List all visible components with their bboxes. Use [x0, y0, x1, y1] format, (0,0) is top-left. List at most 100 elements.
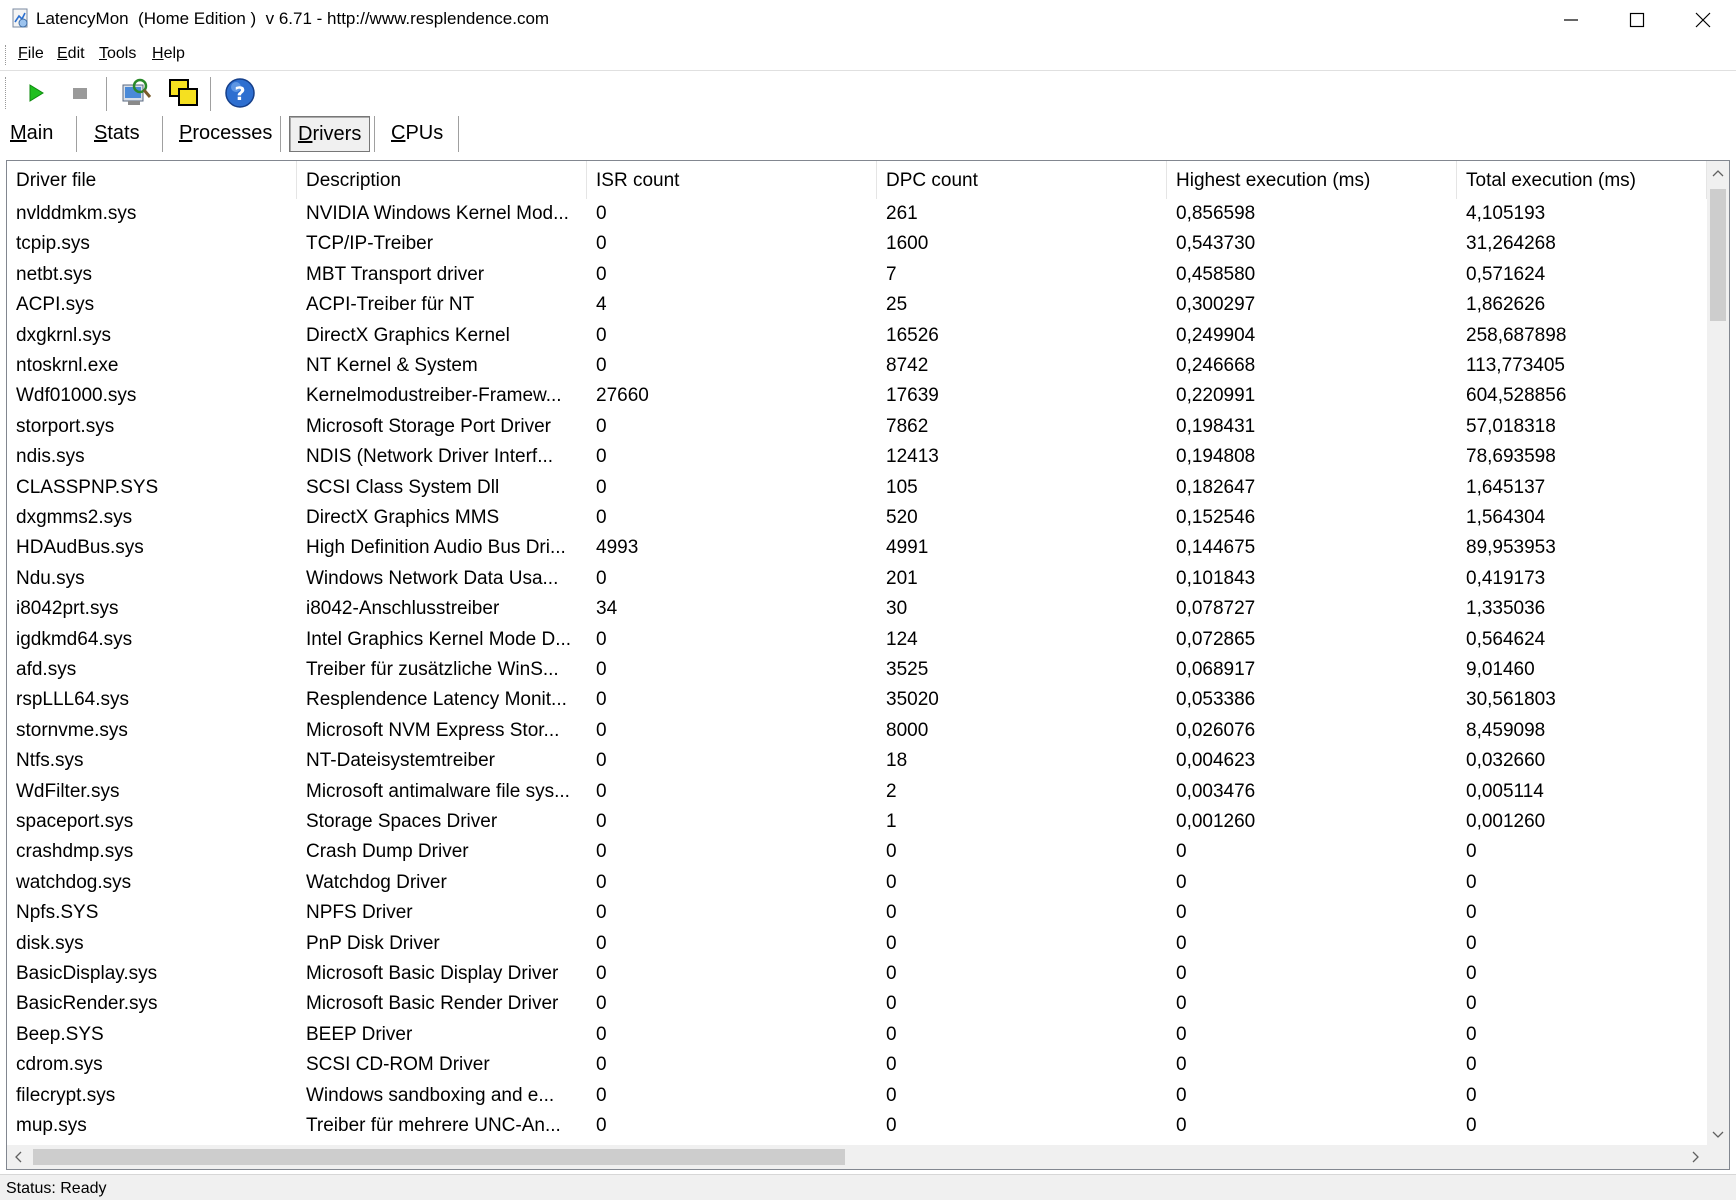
- cell-highest-execution: 0: [1176, 902, 1187, 924]
- tab-cpus[interactable]: CPUs: [383, 116, 451, 152]
- menu-tools[interactable]: Tools: [99, 45, 136, 63]
- vertical-scrollbar[interactable]: [1707, 161, 1729, 1147]
- table-row[interactable]: Npfs.SYS NPFS Driver 0 0 0 0: [7, 898, 1707, 928]
- minimize-button[interactable]: [1538, 0, 1604, 40]
- table-row[interactable]: WdFilter.sys Microsoft antimalware file s…: [7, 777, 1707, 807]
- cell-isr-count: 4993: [596, 537, 639, 559]
- cell-driver-file: HDAudBus.sys: [16, 537, 144, 559]
- cell-driver-file: Beep.SYS: [16, 1023, 104, 1045]
- cell-description: PnP Disk Driver: [306, 932, 440, 954]
- start-button[interactable]: [18, 75, 54, 111]
- cell-description: Intel Graphics Kernel Mode D...: [306, 628, 572, 650]
- table-row[interactable]: Ntfs.sys NT-Dateisystemtreiber 0 18 0,004623…: [7, 746, 1707, 776]
- table-row[interactable]: mup.sys Treiber für mehrere UNC-An... 0 0 0 0: [7, 1111, 1707, 1141]
- table-row[interactable]: rspLLL64.sys Resplendence Latency Monit..…: [7, 685, 1707, 715]
- table-row[interactable]: BasicRender.sys Microsoft Basic Render Dr…: [7, 989, 1707, 1019]
- table-row[interactable]: netbt.sys MBT Transport driver 0 7 0,458580 0…: [7, 260, 1707, 290]
- cell-highest-execution: 0: [1176, 963, 1187, 984]
- scroll-left-button[interactable]: [7, 1145, 29, 1169]
- drivers-list[interactable]: Driver file Description ISR count DPC co…: [6, 160, 1730, 1170]
- table-row[interactable]: ntoskrnl.exe NT Kernel & System 0 8742 0,246…: [7, 351, 1707, 381]
- cell-total-execution: 0,032660: [1466, 750, 1546, 772]
- tab-drivers[interactable]: Drivers: [289, 116, 371, 152]
- table-row[interactable]: Wdf01000.sys Kernelmodustreiber-Framew...…: [7, 381, 1707, 411]
- table-row[interactable]: watchdog.sys Watchdog Driver 0 0 0 0: [7, 868, 1707, 898]
- cell-total-execution: 0: [1466, 1115, 1477, 1136]
- menu-file[interactable]: File: [18, 45, 44, 63]
- chevron-up-icon: [1712, 170, 1724, 177]
- cell-driver-file: netbt.sys: [16, 263, 93, 285]
- table-row[interactable]: spaceport.sys Storage Spaces Driver 0 1 0,00…: [7, 807, 1707, 837]
- tab-stats[interactable]: Stats: [86, 116, 148, 152]
- scroll-right-button[interactable]: [1685, 1145, 1707, 1169]
- table-row[interactable]: storport.sys Microsoft Storage Port Drive…: [7, 412, 1707, 442]
- cell-highest-execution: 0,053386: [1176, 689, 1256, 711]
- vertical-scroll-thumb[interactable]: [1710, 189, 1726, 321]
- maximize-button[interactable]: [1604, 0, 1670, 40]
- cell-driver-file: CLASSPNP.SYS: [16, 476, 159, 498]
- column-header-dpc-count[interactable]: DPC count: [877, 161, 1167, 199]
- horizontal-scroll-thumb[interactable]: [33, 1149, 845, 1165]
- table-row[interactable]: nvlddmkm.sys NVIDIA Windows Kernel Mod...…: [7, 199, 1707, 229]
- table-row[interactable]: tcpip.sys TCP/IP-Treiber 0 1600 0,543730 31,2…: [7, 229, 1707, 259]
- table-row[interactable]: afd.sys Treiber für zusätzliche WinS... 0 3…: [7, 655, 1707, 685]
- cell-total-execution: 113,773405: [1466, 355, 1565, 376]
- system-info-button[interactable]: [118, 75, 154, 111]
- column-header-driver-file[interactable]: Driver file: [7, 161, 297, 199]
- column-header-description[interactable]: Description: [297, 161, 587, 199]
- cell-isr-count: 0: [596, 263, 607, 285]
- cell-description: Microsoft NVM Express Stor...: [306, 719, 560, 741]
- cell-dpc-count: 7: [886, 263, 897, 285]
- cell-description: Crash Dump Driver: [306, 841, 469, 863]
- stop-button[interactable]: [62, 75, 98, 111]
- column-header-highest-execution[interactable]: Highest execution (ms): [1167, 161, 1457, 199]
- scroll-down-button[interactable]: [1707, 1123, 1729, 1147]
- column-header-total-execution[interactable]: Total execution (ms): [1457, 161, 1707, 199]
- horizontal-scrollbar[interactable]: [7, 1145, 1707, 1169]
- help-button[interactable]: ?: [222, 75, 258, 111]
- column-header-isr-count[interactable]: ISR count: [587, 161, 877, 199]
- cell-highest-execution: 0: [1176, 1115, 1187, 1136]
- table-row[interactable]: dxgkrnl.sys DirectX Graphics Kernel 0 16526…: [7, 321, 1707, 351]
- table-row[interactable]: ACPI.sys ACPI-Treiber für NT 4 25 0,300297 1,…: [7, 290, 1707, 320]
- tab-processes[interactable]: Processes: [171, 116, 280, 152]
- table-row[interactable]: cdrom.sys SCSI CD-ROM Driver 0 0 0 0: [7, 1050, 1707, 1080]
- windows-button[interactable]: [166, 75, 202, 111]
- scroll-up-button[interactable]: [1707, 161, 1729, 185]
- table-row[interactable]: stornvme.sys Microsoft NVM Express Stor..…: [7, 716, 1707, 746]
- table-row[interactable]: filecrypt.sys Windows sandboxing and e...…: [7, 1081, 1707, 1111]
- menu-help[interactable]: Help: [152, 45, 185, 63]
- table-row[interactable]: crashdmp.sys Crash Dump Driver 0 0 0 0: [7, 837, 1707, 867]
- table-row[interactable]: disk.sys PnP Disk Driver 0 0 0 0: [7, 929, 1707, 959]
- table-row[interactable]: BasicDisplay.sys Microsoft Basic Display …: [7, 959, 1707, 989]
- table-row[interactable]: Ndu.sys Windows Network Data Usa... 0 201 0,…: [7, 564, 1707, 594]
- close-button[interactable]: [1670, 0, 1736, 40]
- cell-highest-execution: 0: [1176, 841, 1187, 863]
- toolbar-grip: [5, 77, 8, 109]
- cell-dpc-count: 18: [886, 750, 908, 772]
- cell-driver-file: nvlddmkm.sys: [16, 203, 137, 224]
- table-row[interactable]: dxgmms2.sys DirectX Graphics MMS 0 520 0,152…: [7, 503, 1707, 533]
- cell-total-execution: 89,953953: [1466, 537, 1556, 559]
- cell-total-execution: 30,561803: [1466, 689, 1556, 711]
- table-row[interactable]: HDAudBus.sys High Definition Audio Bus Dr…: [7, 533, 1707, 563]
- cell-isr-count: 0: [596, 963, 607, 984]
- table-row[interactable]: i8042prt.sys i8042-Anschlusstreiber 34 30 0,…: [7, 594, 1707, 624]
- cell-dpc-count: 520: [886, 507, 918, 528]
- menu-edit[interactable]: Edit: [57, 45, 85, 63]
- table-row[interactable]: igdkmd64.sys Intel Graphics Kernel Mode D…: [7, 625, 1707, 655]
- cell-isr-count: 27660: [596, 385, 649, 407]
- cell-dpc-count: 2: [886, 780, 897, 802]
- cell-highest-execution: 0,004623: [1176, 750, 1256, 772]
- table-row[interactable]: ndis.sys NDIS (Network Driver Interf... 0 1…: [7, 442, 1707, 472]
- cell-total-execution: 0: [1466, 993, 1477, 1015]
- cell-isr-count: 0: [596, 203, 607, 224]
- tab-main[interactable]: Main: [2, 116, 61, 152]
- cell-dpc-count: 8742: [886, 355, 929, 376]
- cell-total-execution: 0: [1466, 1023, 1477, 1045]
- cell-description: Windows sandboxing and e...: [306, 1084, 555, 1106]
- cell-total-execution: 1,335036: [1466, 598, 1546, 620]
- table-row[interactable]: CLASSPNP.SYS SCSI Class System Dll 0 105 0,1…: [7, 473, 1707, 503]
- title-bar: LatencyMon (Home Edition ) v 6.71 - http…: [0, 0, 1736, 40]
- table-row[interactable]: Beep.SYS BEEP Driver 0 0 0 0: [7, 1020, 1707, 1050]
